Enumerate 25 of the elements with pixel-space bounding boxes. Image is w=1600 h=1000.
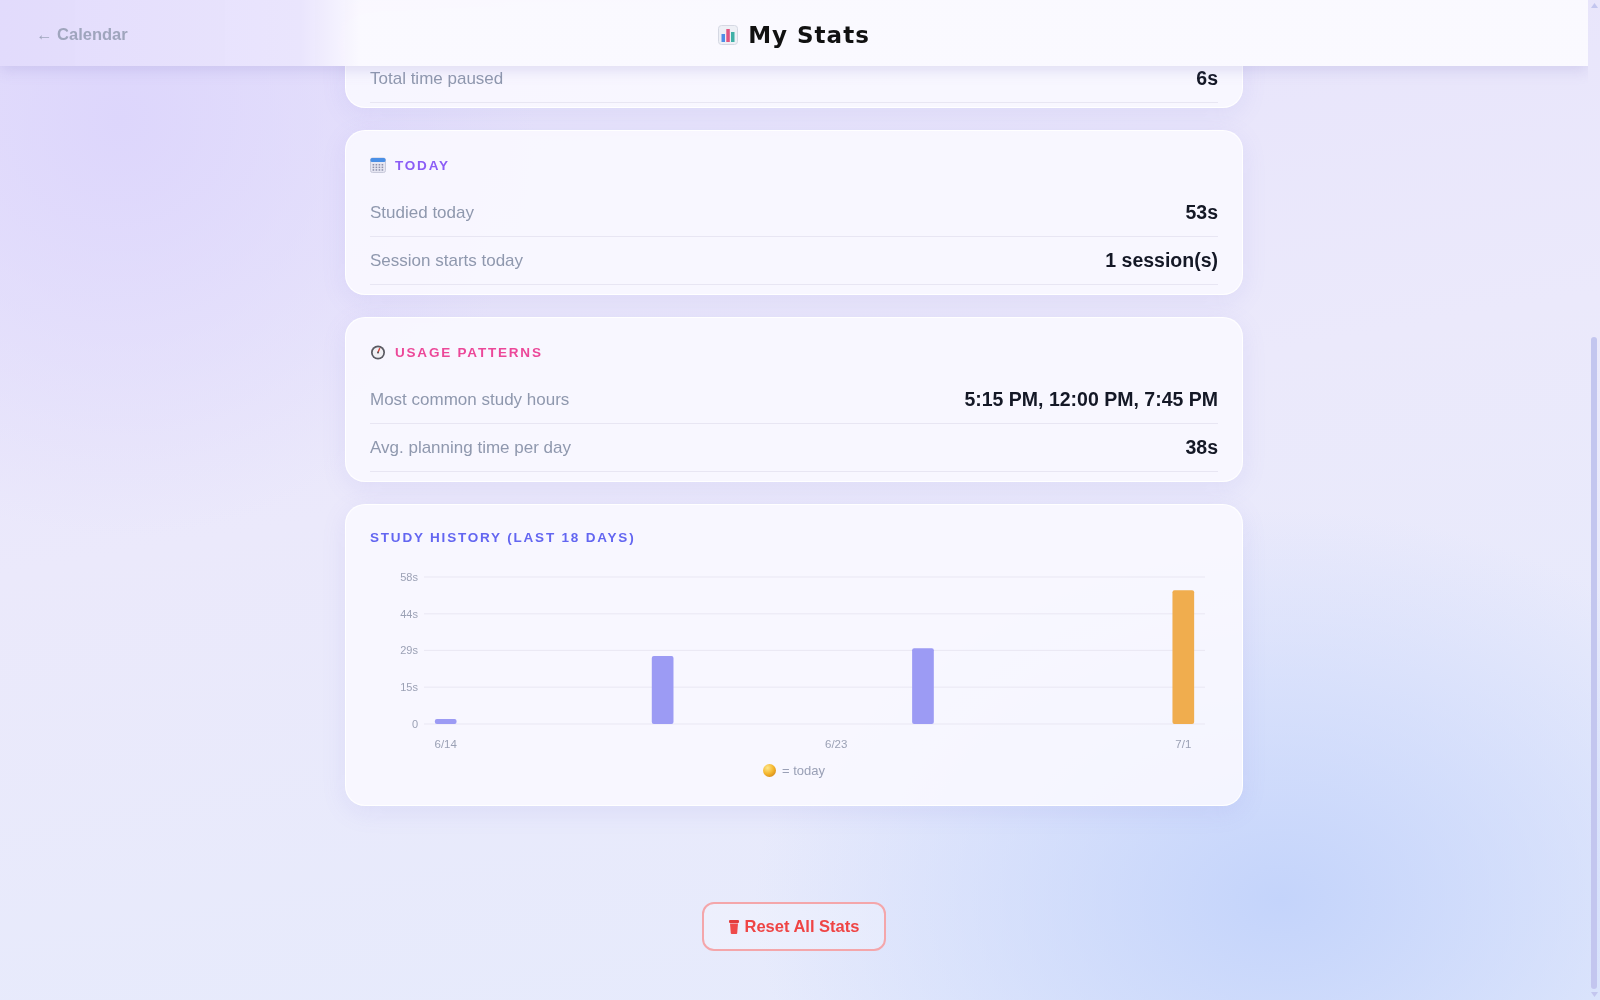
stat-value: 5:15 PM, 12:00 PM, 7:45 PM xyxy=(964,388,1218,411)
trash-icon xyxy=(728,919,739,934)
calendar-icon xyxy=(370,157,386,173)
stat-value: 38s xyxy=(1185,436,1218,459)
stopwatch-icon xyxy=(370,344,386,360)
dot-icon xyxy=(763,763,776,777)
legend-label: = today xyxy=(782,762,825,778)
bar-chart-icon xyxy=(718,25,739,45)
scrollbar-thumb[interactable] xyxy=(1591,337,1597,989)
page-title: My Stats xyxy=(748,22,870,48)
stat-label: Avg. planning time per day xyxy=(370,437,571,458)
stat-label: Total time paused xyxy=(370,68,504,89)
scroll-down-icon[interactable] xyxy=(1590,992,1598,997)
stat-value: 53s xyxy=(1185,201,1218,224)
stat-value: 1 session(s) xyxy=(1105,249,1218,272)
stat-label: Studied today xyxy=(370,202,474,223)
section-title: USAGE PATTERNS xyxy=(395,344,543,360)
section-title: TODAY xyxy=(395,157,450,173)
stat-value: 6s xyxy=(1196,67,1218,90)
section-title: STUDY HISTORY (LAST 18 DAYS) xyxy=(370,529,636,545)
scroll-up-icon[interactable] xyxy=(1590,3,1598,8)
stat-label: Most common study hours xyxy=(370,389,570,410)
reset-button[interactable]: Reset All Stats xyxy=(701,902,887,951)
stat-label: Session starts today xyxy=(370,250,524,271)
back-link[interactable]: ← Calendar xyxy=(36,25,128,44)
